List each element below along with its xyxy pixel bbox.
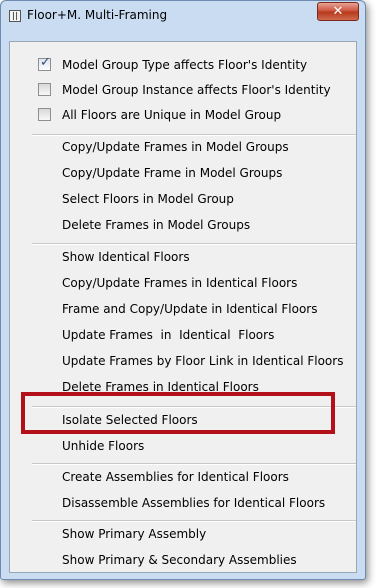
checkbox-label: All Floors are Unique in Model Group [62,108,282,122]
title-bar[interactable]: Floor+M. Multi-Framing ✕ [1,1,365,31]
menu-item-show-primary-secondary-assemblies[interactable]: Show Primary & Secondary Assemblies [10,548,356,572]
menu-item-label: Copy/Update Frames in Identical Floors [62,276,298,290]
checkbox-icon[interactable] [38,108,51,121]
menu-item-disassemble-assemblies[interactable]: Disassemble Assemblies for Identical Flo… [10,491,356,515]
menu-item-create-assemblies[interactable]: Create Assemblies for Identical Floors [10,465,356,489]
menu-panel: ✓ Model Group Type affects Floor's Ident… [9,41,357,573]
menu-item-label: Copy/Update Frame in Model Groups [62,166,283,180]
checkbox-group-instance-identity[interactable]: Model Group Instance affects Floor's Ide… [10,78,356,102]
menu-item-label: Update Frames by Floor Link in Identical… [62,354,344,368]
app-icon [9,10,21,22]
menu-item-update-frames-identical-floors[interactable]: Update Frames in Identical Floors [10,323,356,347]
menu-item-label: Copy/Update Frames in Model Groups [62,140,289,154]
menu-item-copy-update-frames-model-groups[interactable]: Copy/Update Frames in Model Groups [10,135,356,159]
menu-item-label: Frame and Copy/Update in Identical Floor… [62,302,318,316]
menu-item-label: Show Identical Floors [62,250,190,264]
dialog-window: Floor+M. Multi-Framing ✕ ✓ Model Group T… [0,0,366,580]
menu-item-frame-copy-update-identical-floors[interactable]: Frame and Copy/Update in Identical Floor… [10,297,356,321]
menu-item-label: Create Assemblies for Identical Floors [62,470,289,484]
checkbox-icon[interactable] [38,83,51,96]
checkbox-checked-icon[interactable]: ✓ [38,55,51,71]
checkbox-all-floors-unique[interactable]: All Floors are Unique in Model Group [10,103,356,127]
menu-item-update-frames-floor-link[interactable]: Update Frames by Floor Link in Identical… [10,349,356,373]
menu-item-label: Delete Frames in Model Groups [62,218,251,232]
menu-item-select-floors-model-group[interactable]: Select Floors in Model Group [10,187,356,211]
window-title: Floor+M. Multi-Framing [27,8,168,22]
menu-item-copy-update-frames-identical-floors[interactable]: Copy/Update Frames in Identical Floors [10,271,356,295]
menu-item-label: Update Frames in Identical Floors [62,328,275,342]
menu-item-copy-update-frame-model-groups[interactable]: Copy/Update Frame in Model Groups [10,161,356,185]
highlight-annotation-box [21,392,335,434]
close-button[interactable]: ✕ [317,2,359,21]
checkbox-label: Model Group Instance affects Floor's Ide… [62,83,331,97]
menu-item-unhide-floors[interactable]: Unhide Floors [10,434,356,458]
menu-item-label: Unhide Floors [62,439,145,453]
menu-item-label: Select Floors in Model Group [62,192,234,206]
checkbox-group-type-identity[interactable]: ✓ Model Group Type affects Floor's Ident… [10,53,356,77]
menu-item-show-primary-assembly[interactable]: Show Primary Assembly [10,522,356,546]
menu-item-label: Show Primary & Secondary Assemblies [62,553,297,567]
menu-item-label: Show Primary Assembly [62,527,207,541]
menu-item-label: Disassemble Assemblies for Identical Flo… [62,496,326,510]
menu-item-show-identical-floors[interactable]: Show Identical Floors [10,245,356,269]
checkbox-label: Model Group Type affects Floor's Identit… [62,58,308,72]
menu-item-delete-frames-model-groups[interactable]: Delete Frames in Model Groups [10,213,356,237]
